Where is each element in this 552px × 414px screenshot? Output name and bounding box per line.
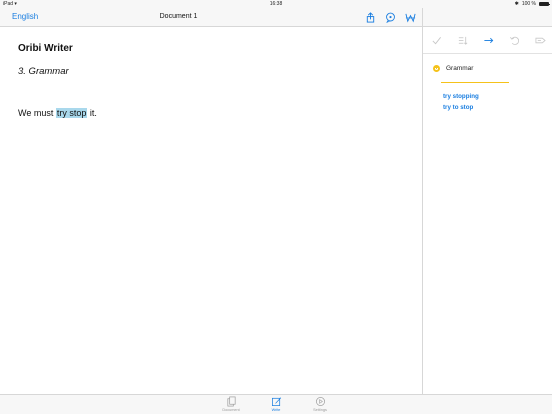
share-icon[interactable] (364, 11, 376, 23)
bluetooth-icon: ✱ (514, 1, 519, 7)
document-icon (226, 396, 236, 407)
tab-write[interactable]: Write (261, 396, 291, 412)
battery-percent: 100 % (521, 1, 536, 7)
panel-toolbar (423, 27, 552, 54)
highlighted-error[interactable]: try stop (55, 108, 88, 118)
grammar-label: Grammar (446, 65, 474, 72)
writer-logo-icon[interactable] (404, 11, 416, 23)
sort-list-icon[interactable] (449, 27, 475, 53)
sentence-end: it. (87, 108, 97, 118)
document-editor[interactable]: Oribi Writer 3. Grammar We must try stop… (0, 27, 422, 394)
clock: 16:38 (269, 1, 283, 7)
tab-document[interactable]: Document (216, 396, 246, 412)
suggestion-item[interactable]: try to stop (443, 104, 473, 111)
write-icon (271, 397, 281, 406)
check-icon[interactable] (423, 27, 449, 53)
next-arrow-icon[interactable] (475, 27, 501, 53)
grammar-smiley-icon (433, 65, 440, 72)
panel-header (423, 8, 552, 27)
battery-icon (539, 2, 550, 6)
suggestion-item[interactable]: try stopping (443, 93, 479, 100)
speech-icon[interactable] (384, 11, 396, 23)
top-navbar: English Document 1 (0, 8, 422, 27)
status-right: ✱ 100 % (514, 1, 550, 7)
tab-settings[interactable]: Settings (305, 396, 335, 412)
document-heading[interactable]: Oribi Writer (18, 43, 73, 54)
status-bar: iPad ▾ 16:38 ✱ 100 % (0, 0, 552, 8)
tab-label: Write (271, 408, 281, 412)
tab-label: Document (222, 408, 240, 412)
document-sentence[interactable]: We must try stop it. (18, 108, 97, 118)
document-title: Document 1 (159, 13, 198, 20)
grammar-issue-header: Grammar (433, 65, 473, 72)
grammar-divider (441, 82, 509, 83)
bottom-tab-bar: Document Write Settings (0, 394, 552, 414)
document-subheading[interactable]: 3. Grammar (18, 66, 69, 77)
suggestion-panel: Grammar try stopping try to stop (422, 8, 552, 394)
tab-label: Settings (313, 408, 327, 412)
settings-icon (315, 397, 325, 406)
sentence-start: We must (18, 108, 56, 118)
undo-icon[interactable] (501, 27, 527, 53)
label-tag-icon[interactable] (527, 27, 552, 53)
